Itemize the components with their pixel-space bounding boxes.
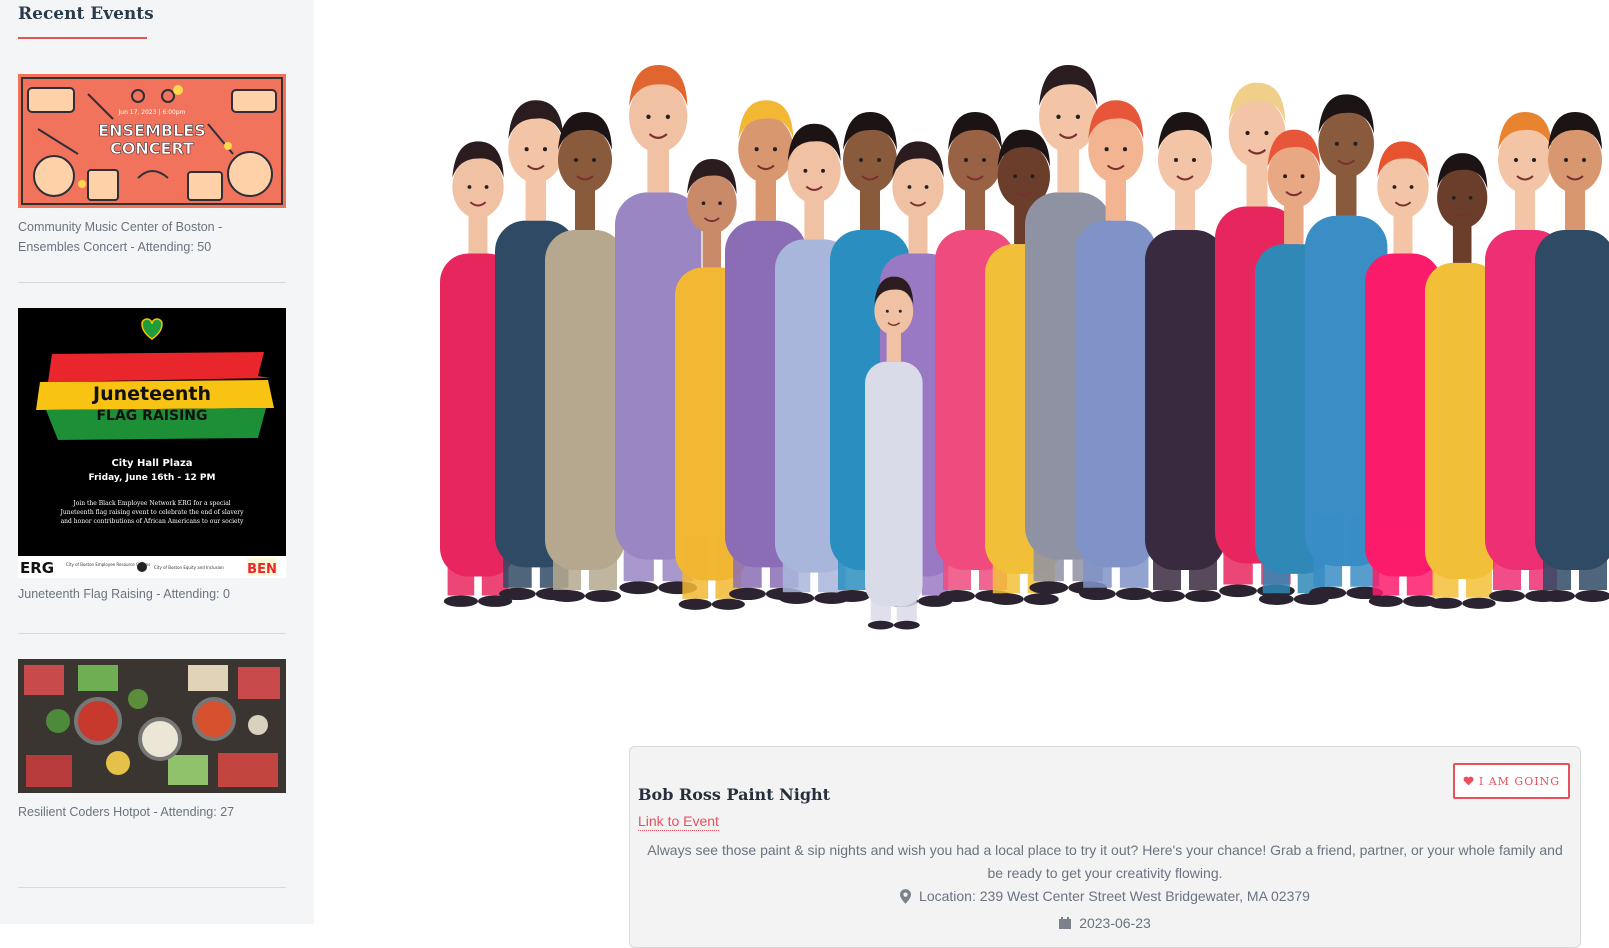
thumb-footer-erg: ERG [20, 559, 54, 577]
card-divider [18, 887, 286, 888]
event-thumbnail-ensembles-concert[interactable]: Jun 17, 2023 | 6:00pm ENSEMBLES CONCERT [18, 74, 286, 208]
event-date: 2023-06-23 [630, 915, 1580, 931]
thumb-footer-ben: BEN [247, 562, 277, 577]
event-caption: Juneteenth Flag Raising - Attending: 0 [18, 587, 230, 601]
thumb-title-line1: ENSEMBLES [98, 121, 206, 140]
map-marker-icon [900, 888, 912, 904]
event-location-text: Location: 239 West Center Street West Br… [919, 888, 1310, 904]
sidebar: Recent Events Jun 17, 2023 | 6:00pm ENSE… [0, 0, 314, 924]
juneteenth-flag-image: Juneteenth FLAG RAISING City Hall Plaza … [18, 308, 286, 578]
thumb-blurb-2: Juneteenth flag raising event to celebra… [59, 509, 244, 516]
diverse-crowd-illustration [440, 64, 1609, 630]
crowd-person [1075, 100, 1157, 601]
event-location: Location: 239 West Center Street West Br… [630, 888, 1580, 904]
event-description: Always see those paint & sip nights and … [647, 842, 1563, 881]
recent-event-card[interactable]: Resilient Coders Hotpot - Attending: 27 [18, 659, 286, 822]
heart-icon [1463, 776, 1474, 786]
thumb-date-line: Jun 17, 2023 | 6:00pm [118, 109, 186, 116]
event-thumbnail-juneteenth[interactable]: Juneteenth FLAG RAISING City Hall Plaza … [18, 308, 286, 578]
card-divider [18, 633, 286, 634]
hotpot-food-image [18, 659, 286, 793]
sidebar-title: Recent Events [18, 4, 154, 24]
going-button-label: I AM GOING [1478, 774, 1560, 788]
recent-event-card[interactable]: Juneteenth FLAG RAISING City Hall Plaza … [18, 308, 286, 604]
event-date-text: 2023-06-23 [1079, 915, 1151, 931]
crowd-person [1145, 112, 1225, 602]
card-divider [18, 282, 286, 283]
event-detail-card: I AM GOING Bob Ross Paint Night Link to … [629, 746, 1581, 948]
event-title: Bob Ross Paint Night [638, 785, 831, 804]
thumb-place: City Hall Plaza [111, 458, 192, 469]
hero-image [425, 0, 1609, 700]
recent-event-card[interactable]: Jun 17, 2023 | 6:00pm ENSEMBLES CONCERT … [18, 74, 286, 257]
thumb-juneteenth-title: Juneteenth [91, 383, 211, 405]
thumb-blurb-1: Join the Black Employee Network ERG for … [72, 500, 230, 507]
i-am-going-button[interactable]: I AM GOING [1452, 763, 1570, 799]
ensembles-concert-image: Jun 17, 2023 | 6:00pm ENSEMBLES CONCERT [18, 74, 286, 208]
event-caption: Resilient Coders Hotpot - Attending: 27 [18, 805, 235, 819]
thumb-footer-mid: City of Boston Equity and Inclusion [154, 565, 224, 570]
thumb-title-line2: CONCERT [110, 139, 194, 158]
crowd-person [1535, 112, 1609, 602]
event-thumbnail-hotpot[interactable] [18, 659, 286, 793]
event-caption: Community Music Center of Boston - Ensem… [18, 220, 223, 254]
link-to-event[interactable]: Link to Event [638, 813, 719, 831]
thumb-when: Friday, June 16th - 12 PM [89, 473, 216, 483]
thumb-flag-raising: FLAG RAISING [96, 408, 207, 424]
crowd-person [545, 112, 625, 602]
calendar-icon [1059, 917, 1072, 929]
thumb-blurb-3: and honor contributions of African Ameri… [61, 518, 244, 525]
title-underline [18, 37, 147, 39]
